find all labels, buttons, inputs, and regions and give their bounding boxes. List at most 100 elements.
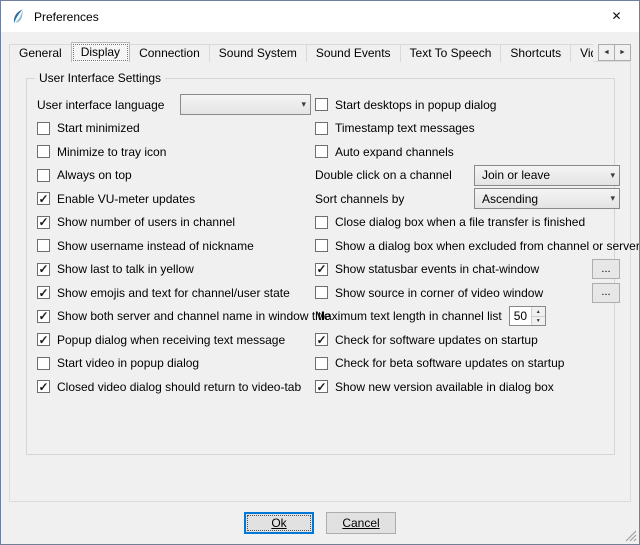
checkbox-label[interactable]: Start desktops in popup dialog (335, 98, 496, 112)
checkbox-vu-meter-updates[interactable]: ✓ (37, 192, 50, 205)
checkbox-label[interactable]: Enable VU-meter updates (57, 192, 195, 206)
checkbox-last-to-talk-yellow[interactable]: ✓ (37, 263, 50, 276)
checkbox-label[interactable]: Show emojis and text for channel/user st… (57, 286, 290, 300)
tab-connection[interactable]: Connection (129, 44, 210, 62)
checkbox-new-version-dialog[interactable]: ✓ (315, 380, 328, 393)
checkbox-row: Start minimized (37, 117, 311, 141)
title-bar[interactable]: Preferences ✕ (1, 1, 639, 32)
checkbox-video-source-corner[interactable] (315, 286, 328, 299)
checkbox-label[interactable]: Show source in corner of video window (335, 286, 543, 300)
checkbox-row: Auto expand channels (315, 140, 620, 164)
checkbox-video-popup-dialog[interactable] (37, 357, 50, 370)
checkbox-show-user-count[interactable]: ✓ (37, 216, 50, 229)
display-tab-pane: User Interface Settings User interface l… (9, 61, 631, 502)
checkbox-username-instead-nickname[interactable] (37, 239, 50, 252)
checkbox-always-on-top[interactable] (37, 169, 50, 182)
checkbox-label[interactable]: Closed video dialog should return to vid… (57, 380, 301, 394)
checkbox-label[interactable]: Close dialog box when a file transfer is… (335, 215, 585, 229)
checkbox-label[interactable]: Show username instead of nickname (57, 239, 254, 253)
close-icon[interactable]: ✕ (594, 1, 639, 31)
checkbox-row: Show a dialog box when excluded from cha… (315, 234, 620, 258)
checkbox-label[interactable]: Check for software updates on startup (335, 333, 538, 347)
checkbox-emojis-text-state[interactable]: ✓ (37, 286, 50, 299)
checkbox-label[interactable]: Show statusbar events in chat-window (335, 262, 539, 276)
tab-display[interactable]: Display (71, 42, 130, 62)
checkbox-statusbar-events[interactable]: ✓ (315, 263, 328, 276)
checkbox-row: ✓ Show new version available in dialog b… (315, 375, 620, 399)
checkbox-check-beta-updates[interactable] (315, 357, 328, 370)
max-text-length-spinner[interactable]: 50 ▲ ▼ (509, 306, 546, 326)
checkbox-label[interactable]: Popup dialog when receiving text message (57, 333, 285, 347)
tab-scroll-buttons: ◄ ► (599, 44, 631, 61)
checkbox-label[interactable]: Timestamp text messages (335, 121, 475, 135)
preferences-dialog: Preferences ✕ General Display Connection… (0, 0, 640, 545)
ok-button-label: Ok (271, 516, 286, 530)
dialog-footer: Ok Cancel (1, 512, 639, 534)
chevron-down-icon: ▾ (610, 170, 615, 181)
checkbox-server-channel-in-title[interactable]: ✓ (37, 310, 50, 323)
tab-shortcuts[interactable]: Shortcuts (500, 44, 571, 62)
checkbox-label[interactable]: Start video in popup dialog (57, 356, 199, 370)
checkbox-row: ✓ Show number of users in channel (37, 211, 311, 235)
sort-channels-select[interactable]: Ascending ▾ (474, 188, 620, 209)
checkbox-row: ✓ Show last to talk in yellow (37, 258, 311, 282)
spinner-value[interactable]: 50 (510, 307, 531, 325)
tab-sound-system[interactable]: Sound System (209, 44, 307, 62)
chevron-down-icon: ▾ (610, 193, 615, 204)
video-source-options-button[interactable]: ... (592, 283, 620, 303)
checkbox-auto-expand-channels[interactable] (315, 145, 328, 158)
checkbox-label[interactable]: Minimize to tray icon (57, 145, 166, 159)
double-click-select[interactable]: Join or leave ▾ (474, 165, 620, 186)
sort-channels-row: Sort channels by Ascending ▾ (315, 187, 620, 211)
checkbox-dialog-when-excluded[interactable] (315, 239, 328, 252)
checkbox-label[interactable]: Check for beta software updates on start… (335, 356, 564, 370)
checkbox-desktops-popup-dialog[interactable] (315, 98, 328, 111)
cancel-button[interactable]: Cancel (326, 512, 396, 534)
checkbox-label[interactable]: Show both server and channel name in win… (57, 309, 331, 323)
spin-up-icon[interactable]: ▲ (532, 307, 545, 317)
checkbox-popup-on-text-message[interactable]: ✓ (37, 333, 50, 346)
checkbox-row: ✓ Check for software updates on startup (315, 328, 620, 352)
tab-sound-events[interactable]: Sound Events (306, 44, 401, 62)
resize-grip[interactable] (625, 530, 637, 542)
checkbox-label[interactable]: Auto expand channels (335, 145, 454, 159)
language-select[interactable]: ▾ (180, 94, 311, 115)
statusbar-events-options-button[interactable]: ... (592, 259, 620, 279)
statusbar-events-row: ✓ Show statusbar events in chat-window .… (315, 258, 620, 282)
max-text-length-row: Maximum text length in channel list 50 ▲… (315, 305, 620, 329)
double-click-row: Double click on a channel Join or leave … (315, 164, 620, 188)
sort-channels-label: Sort channels by (315, 192, 404, 206)
app-logo-icon (10, 9, 26, 25)
tab-scroll-left-icon[interactable]: ◄ (598, 44, 615, 61)
cancel-button-label: Cancel (342, 516, 379, 530)
ok-button[interactable]: Ok (244, 512, 314, 534)
checkbox-row: Start desktops in popup dialog (315, 93, 620, 117)
checkbox-check-updates[interactable]: ✓ (315, 333, 328, 346)
tab-general[interactable]: General (9, 44, 72, 62)
checkbox-label[interactable]: Start minimized (57, 121, 140, 135)
checkbox-row: Close dialog box when a file transfer is… (315, 211, 620, 235)
checkbox-timestamp-messages[interactable] (315, 122, 328, 135)
spinner-buttons: ▲ ▼ (531, 307, 545, 325)
tab-strip: General Display Connection Sound System … (9, 41, 593, 62)
tab-video[interactable]: Video (570, 44, 593, 62)
combo-value: Ascending (482, 192, 606, 206)
left-column: User interface language ▾ Start minimize… (37, 93, 311, 399)
spin-down-icon[interactable]: ▼ (532, 317, 545, 326)
checkbox-closed-video-return-tab[interactable]: ✓ (37, 380, 50, 393)
checkbox-label[interactable]: Show last to talk in yellow (57, 262, 194, 276)
checkbox-label[interactable]: Always on top (57, 168, 132, 182)
checkbox-label[interactable]: Show a dialog box when excluded from cha… (335, 239, 640, 253)
checkbox-row: ✓ Enable VU-meter updates (37, 187, 311, 211)
checkbox-row: ✓ Popup dialog when receiving text messa… (37, 328, 311, 352)
tab-scroll-right-icon[interactable]: ► (614, 44, 631, 61)
checkbox-minimize-to-tray[interactable] (37, 145, 50, 158)
checkbox-start-minimized[interactable] (37, 122, 50, 135)
checkbox-label[interactable]: Show new version available in dialog box (335, 380, 554, 394)
language-label: User interface language (37, 98, 164, 112)
tab-text-to-speech[interactable]: Text To Speech (400, 44, 502, 62)
max-text-length-label: Maximum text length in channel list (315, 309, 502, 323)
checkbox-row: Check for beta software updates on start… (315, 352, 620, 376)
checkbox-label[interactable]: Show number of users in channel (57, 215, 235, 229)
checkbox-close-on-transfer-finished[interactable] (315, 216, 328, 229)
